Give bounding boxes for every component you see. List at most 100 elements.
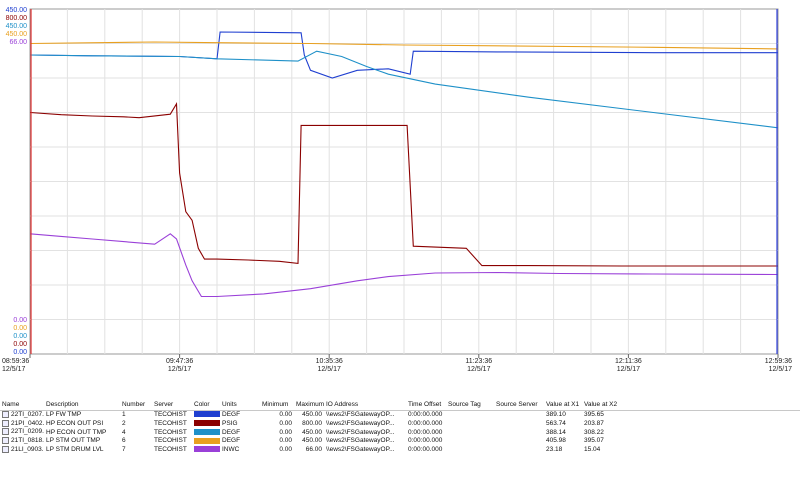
color-swatch[interactable] <box>194 437 220 444</box>
color-swatch[interactable] <box>194 428 220 435</box>
cell-srctag <box>446 428 494 437</box>
x-tick-time: 10:35:36 <box>316 358 343 365</box>
cell-name: 21LI_0903... <box>0 445 44 455</box>
cell-srctag <box>446 411 494 420</box>
cell-num: 2 <box>122 419 126 427</box>
column-header[interactable]: Value at X1 <box>544 399 582 411</box>
column-header[interactable]: Minimum <box>260 399 294 411</box>
cell-min: 0.00 <box>279 419 292 427</box>
cell-max: 450.00 <box>302 428 322 436</box>
y-axis-label: 0.00 <box>13 333 27 340</box>
column-header[interactable]: Units <box>220 399 260 411</box>
x-tick-time: 12:59:36 <box>765 358 792 365</box>
cell-min: 0.00 <box>279 437 292 445</box>
color-swatch[interactable] <box>194 420 220 427</box>
x-tick-time: 09:47:36 <box>166 358 193 365</box>
table-row[interactable]: 21PI_0402...HP ECON OUT PSI 2 TECOHIST PSIG… <box>0 419 800 429</box>
color-swatch[interactable] <box>194 446 220 453</box>
grid-lines <box>30 9 778 354</box>
x-tick-date: 12/5/17 <box>769 366 792 373</box>
cell-srcsrv <box>494 446 544 455</box>
cell-desc: LP STM OUT TMP <box>46 437 101 445</box>
cell-x2: 203.87 <box>584 419 604 427</box>
cell-name: 22TI_0209... <box>0 428 44 437</box>
cell-io: \\ews2\FSGatewayOP... <box>326 411 395 419</box>
x-axis-labels: 08:59:3612/5/1709:47:3612/5/1710:35:3612… <box>2 354 792 373</box>
cell-color <box>192 411 220 420</box>
cell-srcsrv <box>494 437 544 446</box>
cell-srcsrv <box>494 428 544 437</box>
column-header[interactable]: Server <box>152 399 192 411</box>
cell-server: TECOHIST <box>154 419 187 427</box>
y-axis-labels: 450.00800.00450.00450.0066.000.000.000.0… <box>6 7 28 356</box>
cell-io: \\ews2\FSGatewayOP... <box>326 428 395 436</box>
trend-chart[interactable]: 450.00800.00450.00450.0066.000.000.000.0… <box>0 0 800 395</box>
cell-x1: 405.98 <box>546 437 566 445</box>
cell-io: \\ews2\FSGatewayOP... <box>326 437 395 445</box>
cell-desc: HP ECON OUT PSI <box>46 419 104 427</box>
cell-units: DEGF <box>222 437 241 445</box>
cell-srcsrv <box>494 420 544 429</box>
column-header[interactable]: IO Address <box>324 399 406 411</box>
y-axis-label: 800.00 <box>6 15 28 22</box>
cell-max: 66.00 <box>305 445 322 453</box>
cell-x1: 563.74 <box>546 419 566 427</box>
column-header[interactable]: Color <box>192 399 220 411</box>
cell-server: TECOHIST <box>154 411 187 419</box>
cell-srctag <box>446 446 494 455</box>
y-axis-label: 450.00 <box>6 7 28 14</box>
cell-num: 7 <box>122 445 126 453</box>
cell-color <box>192 437 220 446</box>
y-axis-label: 0.00 <box>13 341 27 348</box>
tag-icon <box>2 445 9 453</box>
cell-desc: LP FW TMP <box>46 411 82 419</box>
y-axis-label: 66.00 <box>9 39 27 46</box>
cell-io: \\ews2\FSGatewayOP... <box>326 445 395 453</box>
cell-max: 450.00 <box>302 437 322 445</box>
cell-x1: 388.14 <box>546 428 566 436</box>
cell-x2: 308.22 <box>584 428 604 436</box>
cell-x2: 15.04 <box>584 445 601 453</box>
cell-num: 1 <box>122 411 126 419</box>
cell-offset: 0:00:00.000 <box>408 445 443 453</box>
table-row[interactable]: 22TI_0207... LP FW TMP 1 TECOHIST DEGF 0.00 45… <box>0 411 800 420</box>
tag-icon <box>2 437 9 445</box>
table-row[interactable]: 21LI_0903... LP STM DRUM LVL 7 TECOHIST INWC… <box>0 445 800 455</box>
table-row[interactable]: 22TI_0209... HP ECON OUT TMP 4 TECOHIST DEGF… <box>0 428 800 437</box>
cell-x2: 395.65 <box>584 411 604 419</box>
cell-name: 21PI_0402... <box>0 419 44 429</box>
column-header[interactable]: Description <box>44 399 120 411</box>
x-tick-date: 12/5/17 <box>2 366 25 373</box>
cell-units: PSIG <box>222 419 238 427</box>
column-header[interactable]: Value at X2 <box>582 399 800 411</box>
cell-x1: 23.18 <box>546 445 563 453</box>
cell-offset: 0:00:00.000 <box>408 411 443 419</box>
column-header[interactable]: Name <box>0 399 44 411</box>
column-header[interactable]: Maximum <box>294 399 324 411</box>
column-header[interactable]: Source Tag <box>446 399 494 411</box>
cell-server: TECOHIST <box>154 428 187 436</box>
table-body: 22TI_0207... LP FW TMP 1 TECOHIST DEGF 0.00 45… <box>0 411 800 455</box>
cell-server: TECOHIST <box>154 437 187 445</box>
x-tick-time: 08:59:36 <box>2 358 29 365</box>
x-tick-time: 11:23:36 <box>465 358 492 365</box>
column-header[interactable]: Source Server <box>494 399 544 411</box>
cell-offset: 0:00:00.000 <box>408 428 443 436</box>
y-axis-label: 0.00 <box>13 349 27 356</box>
cell-name: 21TI_0818... <box>0 437 44 446</box>
cell-desc: HP ECON OUT TMP <box>46 428 107 436</box>
cell-x1: 389.10 <box>546 411 566 419</box>
cell-units: DEGF <box>222 411 241 419</box>
column-header[interactable]: Time Offset <box>406 399 446 411</box>
cell-color <box>192 446 220 455</box>
color-swatch[interactable] <box>194 411 220 418</box>
cell-num: 6 <box>122 437 126 445</box>
cell-min: 0.00 <box>279 445 292 453</box>
cell-color <box>192 428 220 437</box>
tag-icon <box>2 411 9 418</box>
cell-server: TECOHIST <box>154 445 187 453</box>
x-tick-date: 12/5/17 <box>467 366 490 373</box>
cell-color <box>192 420 220 429</box>
column-header[interactable]: Number <box>120 399 152 411</box>
table-row[interactable]: 21TI_0818... LP STM OUT TMP 6 TECOHIST DEGF 0… <box>0 437 800 446</box>
